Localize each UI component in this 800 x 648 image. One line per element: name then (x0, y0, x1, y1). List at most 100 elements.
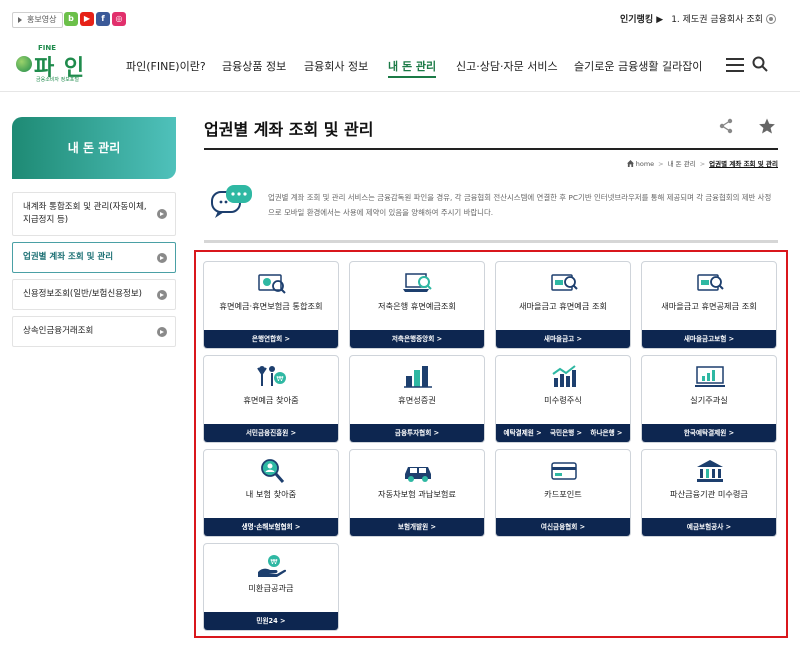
blog-icon[interactable]: b (64, 12, 78, 26)
card-icon (551, 462, 577, 480)
card-dormant-securities[interactable]: 휴면성증권 금융투자협회 > (349, 355, 485, 443)
hamburger-menu-icon[interactable] (726, 58, 744, 72)
site-logo[interactable]: FINE 파 인 금융소비자 정보포털 (14, 44, 104, 84)
card-my-insurance[interactable]: 내 보험 찾아줌 생명·손해보험협회 > (203, 449, 339, 537)
sidebar-item-label: 업권별 계좌 조회 및 관리 (23, 252, 114, 262)
search-icon[interactable] (752, 56, 768, 72)
card-dormant-find[interactable]: ₩ 휴면예금 찾아줌 서민금융진흥원 > (203, 355, 339, 443)
card-car-insurance[interactable]: 자동차보험 과납보험료 보험개발원 > (349, 449, 485, 537)
card-mg-dormant-deposit[interactable]: 새마을금고 휴면예금 조회 새마을금고 > (495, 261, 631, 349)
card-label: 새마을금고 휴면예금 조회 (518, 301, 608, 311)
popular-ranking[interactable]: 인기랭킹 ▶ 1. 제도권 금융회사 조회 (620, 12, 763, 25)
title-underline (204, 148, 778, 150)
card-savings-bank[interactable]: 저축은행 휴면예금조회 저축은행중앙회 > (349, 261, 485, 349)
nav-item-report[interactable]: 신고·상담·자문 서비스 (456, 58, 558, 74)
card-label: 휴면예금·휴면보험금 통합조회 (219, 301, 323, 311)
nav-item-about[interactable]: 파인(FINE)이란? (126, 58, 206, 74)
card-card-points[interactable]: 카드포인트 여신금융협회 > (495, 449, 631, 537)
card-footer-link[interactable]: 은행연합회 > (204, 330, 338, 348)
facebook-icon[interactable]: f (96, 12, 110, 26)
sidebar-item-label: 상속인금융거래조회 (23, 326, 94, 336)
card-label: 휴면성증권 (398, 395, 436, 405)
card-footer-link[interactable]: 금융투자협회 > (350, 424, 484, 442)
top-bar: 홍보영상 b ▶ f ◎ 인기랭킹 ▶ 1. 제도권 금융회사 조회 (0, 0, 800, 34)
card-footer-link[interactable]: 여신금융협회 > (496, 518, 630, 536)
sidebar-title: 내 돈 관리 (12, 117, 176, 179)
card-footer-link[interactable]: 한국예탁결제원 > (642, 424, 776, 442)
youtube-icon[interactable]: ▶ (80, 12, 94, 26)
instagram-icon[interactable]: ◎ (112, 12, 126, 26)
card-label: 카드포인트 (544, 489, 582, 499)
card-footer-link[interactable]: 저축은행중앙회 > (350, 330, 484, 348)
card-unclaimed-dividend[interactable]: 실기주과실 한국예탁결제원 > (641, 355, 777, 443)
card-label: 휴면예금 찾아줌 (243, 395, 299, 405)
star-icon[interactable] (758, 117, 776, 135)
monitor-chart-icon (695, 366, 725, 387)
nav-item-companies[interactable]: 금융회사 정보 (304, 58, 368, 74)
stock-chart-icon (552, 365, 576, 387)
footer-link-ksd[interactable]: 예탁결제원 > (504, 424, 542, 442)
home-icon[interactable] (626, 160, 634, 167)
card-footer-link[interactable]: 예금보험공사 > (642, 518, 776, 536)
nav-item-products[interactable]: 금융상품 정보 (222, 58, 286, 74)
card-unclaimed-stock[interactable]: 미수령주식 예탁결제원 > 국민은행 > 하나은행 > (495, 355, 631, 443)
sidebar-item-label: 신용정보조회(일반/보험신용정보) (23, 289, 142, 299)
breadcrumb-my-money[interactable]: 내 돈 관리 (668, 160, 696, 168)
info-notice: 업권별 계좌 조회 및 관리 서비스는 금융감독원 파인을 경유, 각 금융협회… (268, 193, 772, 217)
logo-subtitle: 금융소비자 정보포털 (36, 77, 79, 83)
card-footer-link[interactable]: 새마을금고보험 > (642, 330, 776, 348)
sidebar-item-inheritance[interactable]: 상속인금융거래조회 (12, 316, 176, 347)
card-label: 자동차보험 과납보험료 (378, 489, 456, 499)
breadcrumb: home > 내 돈 관리 > 업권별 계좌 조회 및 관리 (626, 158, 778, 168)
magnifier-person-icon (261, 459, 285, 483)
arrow-circle-icon (157, 209, 167, 219)
sidebar-item-credit-info[interactable]: 신용정보조회(일반/보험신용정보) (12, 279, 176, 310)
card-footer-link[interactable]: 민원24 > (204, 612, 338, 630)
card-footer-link[interactable]: 새마을금고 > (496, 330, 630, 348)
card-unrefunded-tax[interactable]: ₩ 미환급공과금 민원24 > (203, 543, 339, 631)
card-label: 새마을금고 휴면공제금 조회 (661, 301, 757, 311)
card-label: 내 보험 찾아줌 (245, 489, 297, 499)
card-dormant-integrated[interactable]: 휴면예금·휴면보험금 통합조회 은행연합회 > (203, 261, 339, 349)
bank-building-icon (697, 460, 723, 482)
ranking-number: 1. (671, 15, 680, 25)
logo-mark-icon (16, 56, 32, 72)
svg-text:₩: ₩ (277, 375, 284, 383)
breadcrumb-current: 업권별 계좌 조회 및 관리 (709, 160, 778, 168)
footer-link-hana[interactable]: 하나은행 > (590, 424, 622, 442)
card-footer-link[interactable]: 서민금융진흥원 > (204, 424, 338, 442)
content-divider (204, 240, 778, 243)
arrow-circle-icon (157, 252, 167, 263)
promo-video-button[interactable]: 홍보영상 (12, 12, 64, 28)
bank-search-icon (258, 274, 286, 294)
mg-search-icon (697, 274, 724, 291)
sidebar-item-account-integrated[interactable]: 내계좌 통합조회 및 관리(자동이체, 지급정지 등) (12, 192, 176, 236)
card-footer-links: 예탁결제원 > 국민은행 > 하나은행 > (496, 424, 630, 442)
sidebar-item-sector-accounts[interactable]: 업권별 계좌 조회 및 관리 (12, 242, 176, 273)
building-chart-icon (404, 366, 432, 388)
svg-text:₩: ₩ (271, 558, 278, 566)
arrow-circle-icon (157, 326, 167, 337)
nav-item-my-money[interactable]: 내 돈 관리 (388, 58, 437, 78)
chat-bubble-icon (211, 185, 252, 218)
card-label: 실기주과실 (690, 395, 728, 405)
breadcrumb-home[interactable]: home (636, 160, 654, 168)
ranking-text[interactable]: 제도권 금융회사 조회 (683, 15, 763, 25)
card-footer-link[interactable]: 보험개발원 > (350, 518, 484, 536)
page-title: 업권별 계좌 조회 및 관리 (204, 120, 374, 139)
mg-search-icon (551, 274, 578, 291)
sidebar-item-label: 내계좌 통합조회 및 관리(자동이체, 지급정지 등) (23, 202, 147, 225)
car-icon (405, 467, 431, 482)
share-icon[interactable] (718, 118, 734, 134)
footer-link-kb[interactable]: 국민은행 > (550, 424, 582, 442)
card-label: 파산금융기관 미수령금 (670, 489, 748, 499)
nav-item-guide[interactable]: 슬기로운 금융생활 길라잡이 (574, 58, 702, 74)
card-bankrupt-institution[interactable]: 파산금융기관 미수령금 예금보험공사 > (641, 449, 777, 537)
main-nav: FINE 파 인 금융소비자 정보포털 파인(FINE)이란? 금융상품 정보 … (0, 36, 800, 92)
card-label: 미환급공과금 (248, 583, 294, 593)
card-mg-dormant-insurance[interactable]: 새마을금고 휴면공제금 조회 새마을금고보험 > (641, 261, 777, 349)
card-footer-link[interactable]: 생명·손해보험협회 > (204, 518, 338, 536)
ranking-toggle-icon[interactable] (766, 14, 776, 24)
card-label: 미수령주식 (544, 395, 582, 405)
people-coin-icon: ₩ (257, 366, 286, 386)
